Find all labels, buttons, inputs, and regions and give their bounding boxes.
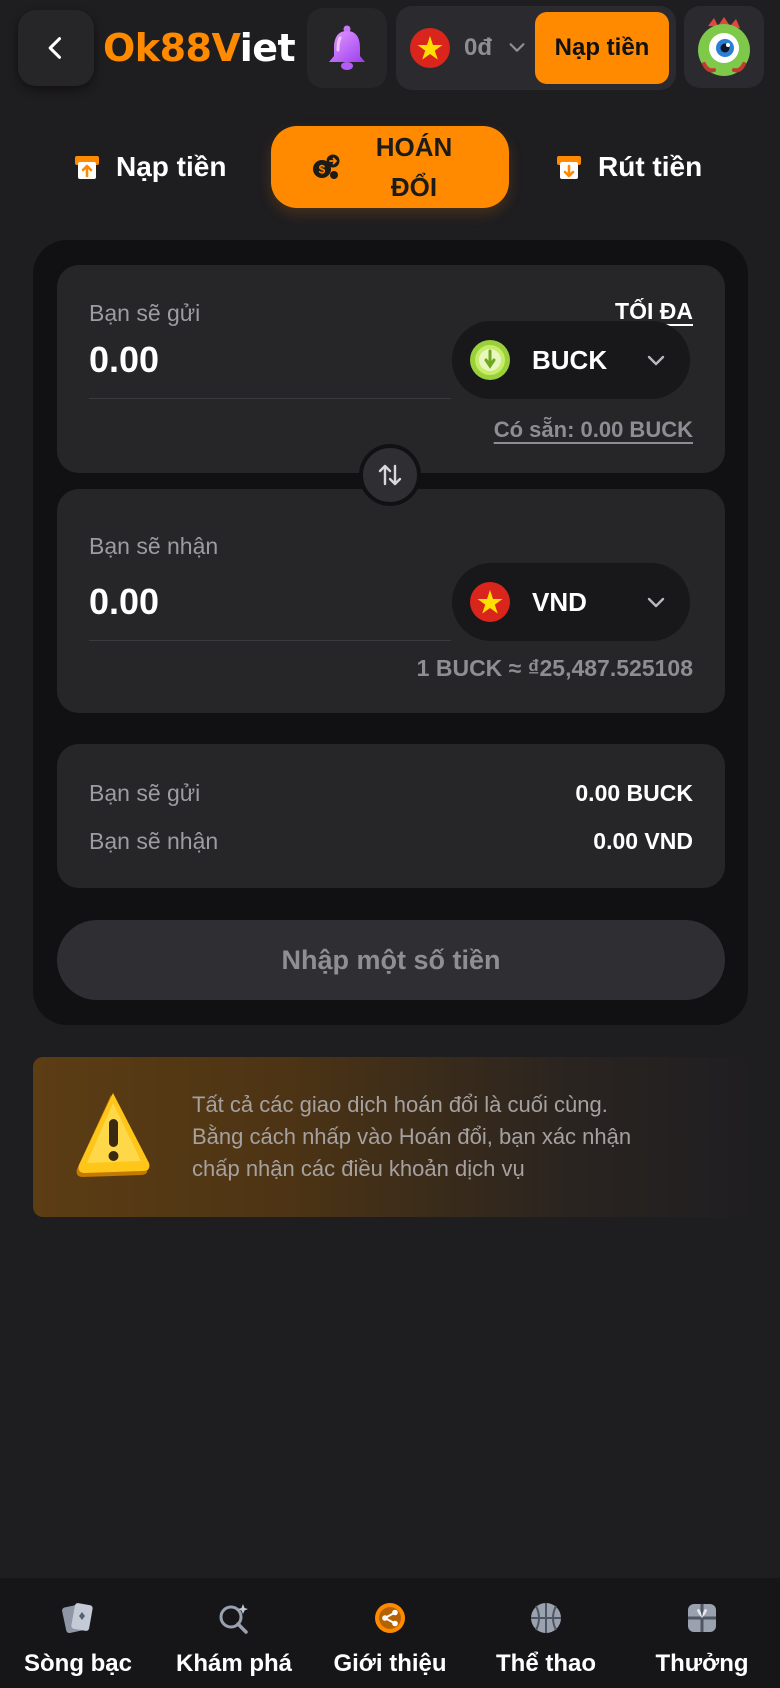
balance-value[interactable]: 0đ <box>464 34 492 62</box>
top-bar: Ok88Viet 0đ Nạp tiền <box>0 0 780 100</box>
brand-logo[interactable]: Ok88Viet <box>103 24 296 72</box>
back-button[interactable] <box>18 10 94 86</box>
send-currency-select[interactable]: BUCK <box>452 321 690 399</box>
submit-exchange-button[interactable]: Nhập một số tiền <box>57 920 725 1000</box>
exchange-page: Ok88Viet 0đ Nạp tiền Nạp tiền $ HOÁN ĐỔI… <box>0 0 780 1688</box>
nav-item-sports[interactable]: Thể thao <box>468 1578 624 1688</box>
receive-panel: Bạn sẽ nhận VND 1 BUCK ≈ ₫25,487.525108 <box>57 489 725 713</box>
warning-text: Tất cả các giao dịch hoán đổi là cuối cù… <box>192 1089 732 1185</box>
tab-deposit[interactable]: Nạp tiền <box>72 126 226 208</box>
gift-icon <box>688 1604 716 1632</box>
exchange-icon: $ <box>313 154 340 179</box>
wallet-tabs: Nạp tiền $ HOÁN ĐỔI Rút tiền <box>0 126 780 208</box>
swap-arrows-icon <box>378 464 402 486</box>
share-icon <box>375 1603 405 1633</box>
chevron-down-icon <box>647 597 665 608</box>
nav-item-referral[interactable]: Giới thiệu <box>312 1578 468 1688</box>
notifications-button[interactable] <box>307 8 387 88</box>
summary-panel: Bạn sẽ gửi 0.00 BUCK Bạn sẽ nhận 0.00 VN… <box>57 744 725 888</box>
summary-receive-label: Bạn sẽ nhận <box>89 828 219 854</box>
exchange-card: Bạn sẽ gửi TỐI ĐA BUCK Có sẵn: 0.00 BUCK <box>33 240 748 1025</box>
buck-coin-icon <box>470 340 510 380</box>
receive-label: Bạn sẽ nhận <box>89 533 219 559</box>
summary-send-value: 0.00 BUCK <box>575 780 693 806</box>
bell-icon <box>329 25 365 70</box>
logo-text-end: iet <box>239 26 296 70</box>
monster-avatar-icon <box>698 17 750 76</box>
tab-withdraw-label: Rút tiền <box>598 151 703 182</box>
nav-label-rewards: Thưởng <box>655 1650 749 1677</box>
warning-notice: Tất cả các giao dịch hoán đổi là cuối cù… <box>33 1057 748 1217</box>
warning-line-3: chấp nhận các điều khoản dịch vụ <box>192 1156 525 1181</box>
tab-exchange[interactable]: $ HOÁN ĐỔI <box>271 126 509 208</box>
basketball-icon <box>531 1603 561 1633</box>
deposit-icon <box>75 156 99 179</box>
logo-text-v: V <box>211 26 240 70</box>
receive-amount-input[interactable] <box>89 563 451 641</box>
vietnam-flag-icon <box>470 582 510 622</box>
warning-line-1: Tất cả các giao dịch hoán đổi là cuối cù… <box>192 1092 608 1117</box>
wallet-widget: 0đ Nạp tiền <box>396 6 676 90</box>
warning-line-2: Bằng cách nhấp vào Hoán đổi, bạn xác nhậ… <box>192 1124 632 1149</box>
swap-direction-button[interactable] <box>359 444 421 506</box>
nav-label-explore: Khám phá <box>175 1650 292 1677</box>
send-panel: Bạn sẽ gửi TỐI ĐA BUCK Có sẵn: 0.00 BUCK <box>57 265 725 473</box>
vietnam-flag-icon <box>410 28 450 68</box>
nav-item-rewards[interactable]: Thưởng <box>624 1578 780 1688</box>
nav-item-casino[interactable]: Sòng bạc <box>0 1578 156 1688</box>
header-deposit-button[interactable]: Nạp tiền <box>535 12 669 84</box>
available-balance[interactable]: Có sẵn: 0.00 BUCK <box>494 417 693 443</box>
receive-currency-code: VND <box>532 586 587 617</box>
tab-deposit-label: Nạp tiền <box>116 151 227 182</box>
exchange-rate: 1 BUCK ≈ ₫25,487.525108 <box>416 655 693 681</box>
chevron-down-icon[interactable] <box>506 36 528 58</box>
explore-icon <box>219 1604 248 1634</box>
tab-exchange-label: HOÁN ĐỔI <box>375 132 453 202</box>
nav-label-sports: Thể thao <box>496 1650 596 1677</box>
summary-receive-row: Bạn sẽ nhận 0.00 VND <box>89 828 693 855</box>
avatar[interactable] <box>684 6 764 88</box>
withdraw-icon <box>557 156 581 179</box>
tab-withdraw[interactable]: Rút tiền <box>554 126 702 208</box>
receive-currency-select[interactable]: VND <box>452 563 690 641</box>
send-amount-input[interactable] <box>89 321 451 399</box>
summary-send-row: Bạn sẽ gửi 0.00 BUCK <box>89 780 693 807</box>
logo-text-ok: Ok88 <box>103 26 212 70</box>
chevron-down-icon <box>647 355 665 366</box>
warning-icon <box>76 1093 150 1177</box>
nav-item-explore[interactable]: Khám phá <box>156 1578 312 1688</box>
summary-receive-value: 0.00 VND <box>593 828 693 854</box>
summary-send-label: Bạn sẽ gửi <box>89 780 201 806</box>
chevron-left-icon <box>48 37 62 59</box>
bottom-nav: Sòng bạc Khám phá Giới thiệu Thể thao Th… <box>0 1578 780 1688</box>
nav-label-casino: Sòng bạc <box>23 1650 132 1677</box>
nav-label-referral: Giới thiệu <box>333 1650 447 1677</box>
cards-icon <box>62 1603 93 1634</box>
send-currency-code: BUCK <box>532 344 608 375</box>
svg-text:$: $ <box>319 163 326 177</box>
